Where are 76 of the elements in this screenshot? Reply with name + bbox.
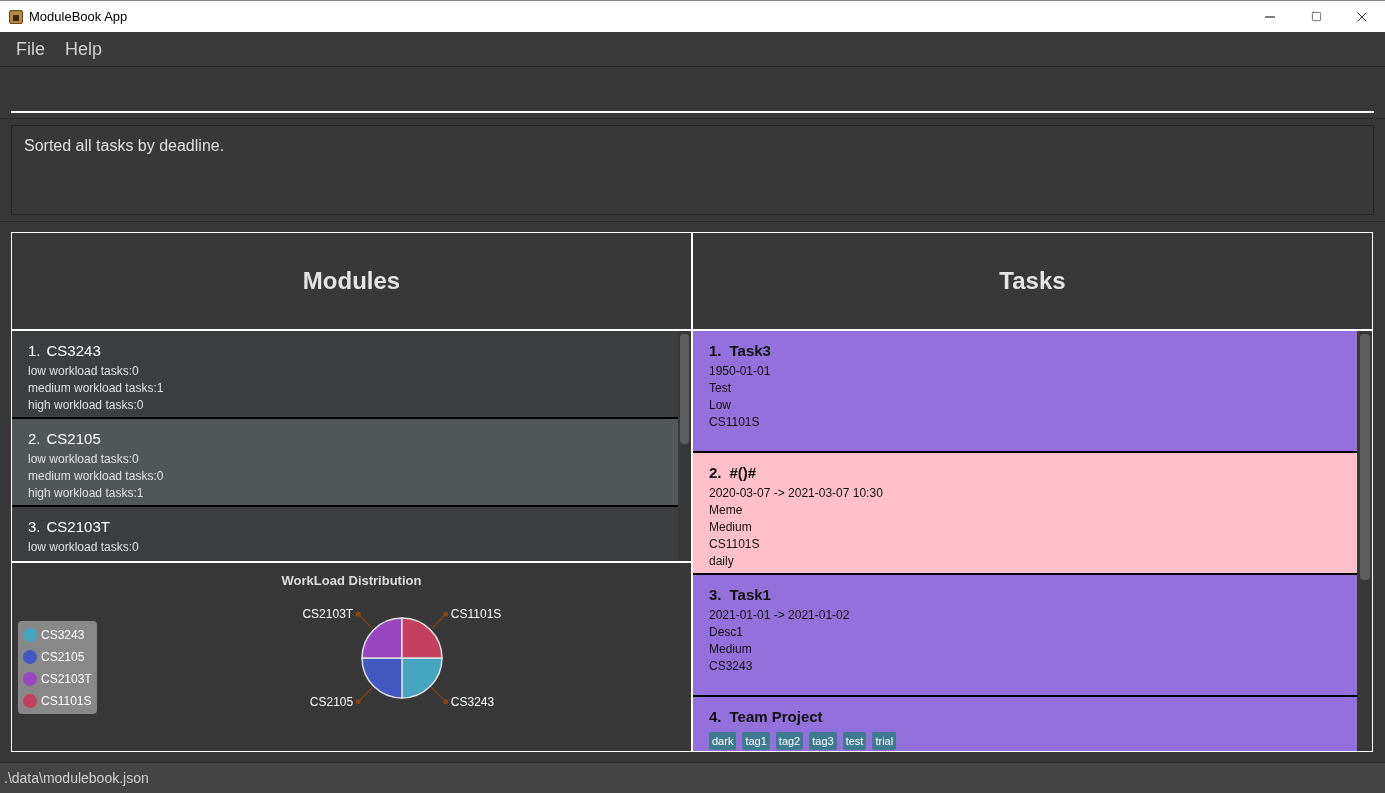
module-code: CS2105	[46, 429, 101, 449]
pie-slice	[361, 617, 403, 659]
task-index: 3.	[709, 585, 722, 605]
task-detail: 2021-01-01 -> 2021-01-02	[709, 606, 851, 624]
maximize-icon	[1310, 11, 1322, 22]
slice-label: CS2105	[309, 694, 354, 709]
task-detail: 1950-01-01	[709, 362, 772, 380]
module-card[interactable]: 2. CS2105 low workload tasks:0 medium workload tasks:0 high workload tasks:1	[12, 419, 678, 507]
pie-slice	[361, 657, 403, 699]
menu-item[interactable]: Help	[55, 35, 113, 63]
tag-label: tag3	[809, 731, 837, 750]
scrollbar-thumb[interactable]	[1359, 334, 1370, 580]
pie-slice	[401, 617, 443, 659]
legend-label: CS1101S	[41, 692, 92, 710]
leader-line	[355, 687, 373, 705]
minimize-icon	[1265, 15, 1275, 18]
task-card[interactable]: 2. #()# 2020-03-07 -> 2021-03-07 10:30 Meme Medium CS1101S daily	[693, 453, 1357, 575]
tag-label: tag1	[742, 731, 770, 750]
panel-title: Tasks	[999, 266, 1066, 296]
module-code: CS2103T	[46, 517, 110, 537]
leader-line	[431, 611, 449, 629]
window-title: ModuleBook App	[29, 7, 128, 26]
task-card[interactable]: 3. Task1 2021-01-01 -> 2021-01-02 Desc1 Medium CS3243	[693, 575, 1357, 697]
module-index: 1.	[28, 341, 41, 361]
legend-label: CS3243	[41, 626, 85, 644]
task-detail: Medium	[709, 518, 753, 536]
task-detail: 2020-03-07 -> 2021-03-07 10:30	[709, 484, 884, 502]
task-card[interactable]: 1. Task3 1950-01-01 Test Low CS1101S	[693, 331, 1357, 453]
tag-label: tag2	[775, 731, 804, 750]
task-index: 4.	[709, 707, 722, 727]
task-name: Team Project	[729, 707, 823, 727]
tag-label: dark	[709, 731, 737, 750]
workload-line: low workload tasks:0	[28, 450, 140, 468]
workload-line: high workload tasks:0	[28, 396, 145, 414]
slice-label: CS3243	[450, 694, 495, 709]
workload-line: medium workload tasks:1	[28, 379, 165, 397]
module-index: 3.	[28, 517, 41, 537]
result-display: Sorted all tasks by deadline.	[11, 125, 1374, 215]
task-detail: Meme	[709, 501, 744, 519]
legend-label: CS2103T	[41, 670, 92, 688]
task-name: Task3	[729, 341, 771, 361]
module-code: CS3243	[46, 341, 101, 361]
leader-line	[355, 611, 373, 629]
module-card[interactable]: 1. CS3243 low workload tasks:0 medium workload tasks:1 high workload tasks:0	[12, 331, 678, 419]
tag-label: trial	[872, 731, 897, 750]
module-card[interactable]: 3. CS2103T low workload tasks:0	[12, 507, 678, 561]
slice-label: CS2103T	[302, 607, 354, 622]
workload-line: high workload tasks:1	[28, 484, 145, 502]
workload-line: medium workload tasks:0	[28, 467, 165, 485]
task-index: 1.	[709, 341, 722, 361]
task-detail: Low	[709, 396, 732, 414]
workload-line: low workload tasks:0	[28, 362, 140, 380]
tag-label: test	[842, 731, 867, 750]
task-index: 2.	[709, 463, 722, 483]
task-detail: Medium	[709, 640, 753, 658]
task-detail: daily	[709, 552, 735, 570]
task-detail: Test	[709, 379, 732, 397]
task-name: Task1	[729, 585, 771, 605]
status-bar-path: .\data\modulebook.json	[3, 768, 149, 788]
workload-line: low workload tasks:0	[28, 538, 140, 556]
app-icon	[9, 9, 23, 24]
task-card[interactable]: 4. Team Project dark tag1 tag2 tag3 test trial	[693, 697, 1357, 751]
task-detail: CS3243	[709, 657, 754, 675]
legend-label: CS2105	[41, 648, 85, 666]
panel-title: Modules	[302, 266, 401, 296]
scrollbar-thumb[interactable]	[680, 334, 689, 444]
chart-title: WorkLoad Distribution	[280, 572, 423, 590]
pie-slice	[401, 657, 443, 699]
leader-line	[431, 687, 449, 705]
module-index: 2.	[28, 429, 41, 449]
task-detail: CS1101S	[709, 413, 761, 431]
task-detail: Desc1	[709, 623, 744, 641]
task-name: #()#	[729, 463, 757, 483]
menu-item[interactable]: File	[6, 35, 55, 63]
slice-label: CS1101S	[450, 607, 502, 622]
task-detail: CS1101S	[709, 535, 761, 553]
